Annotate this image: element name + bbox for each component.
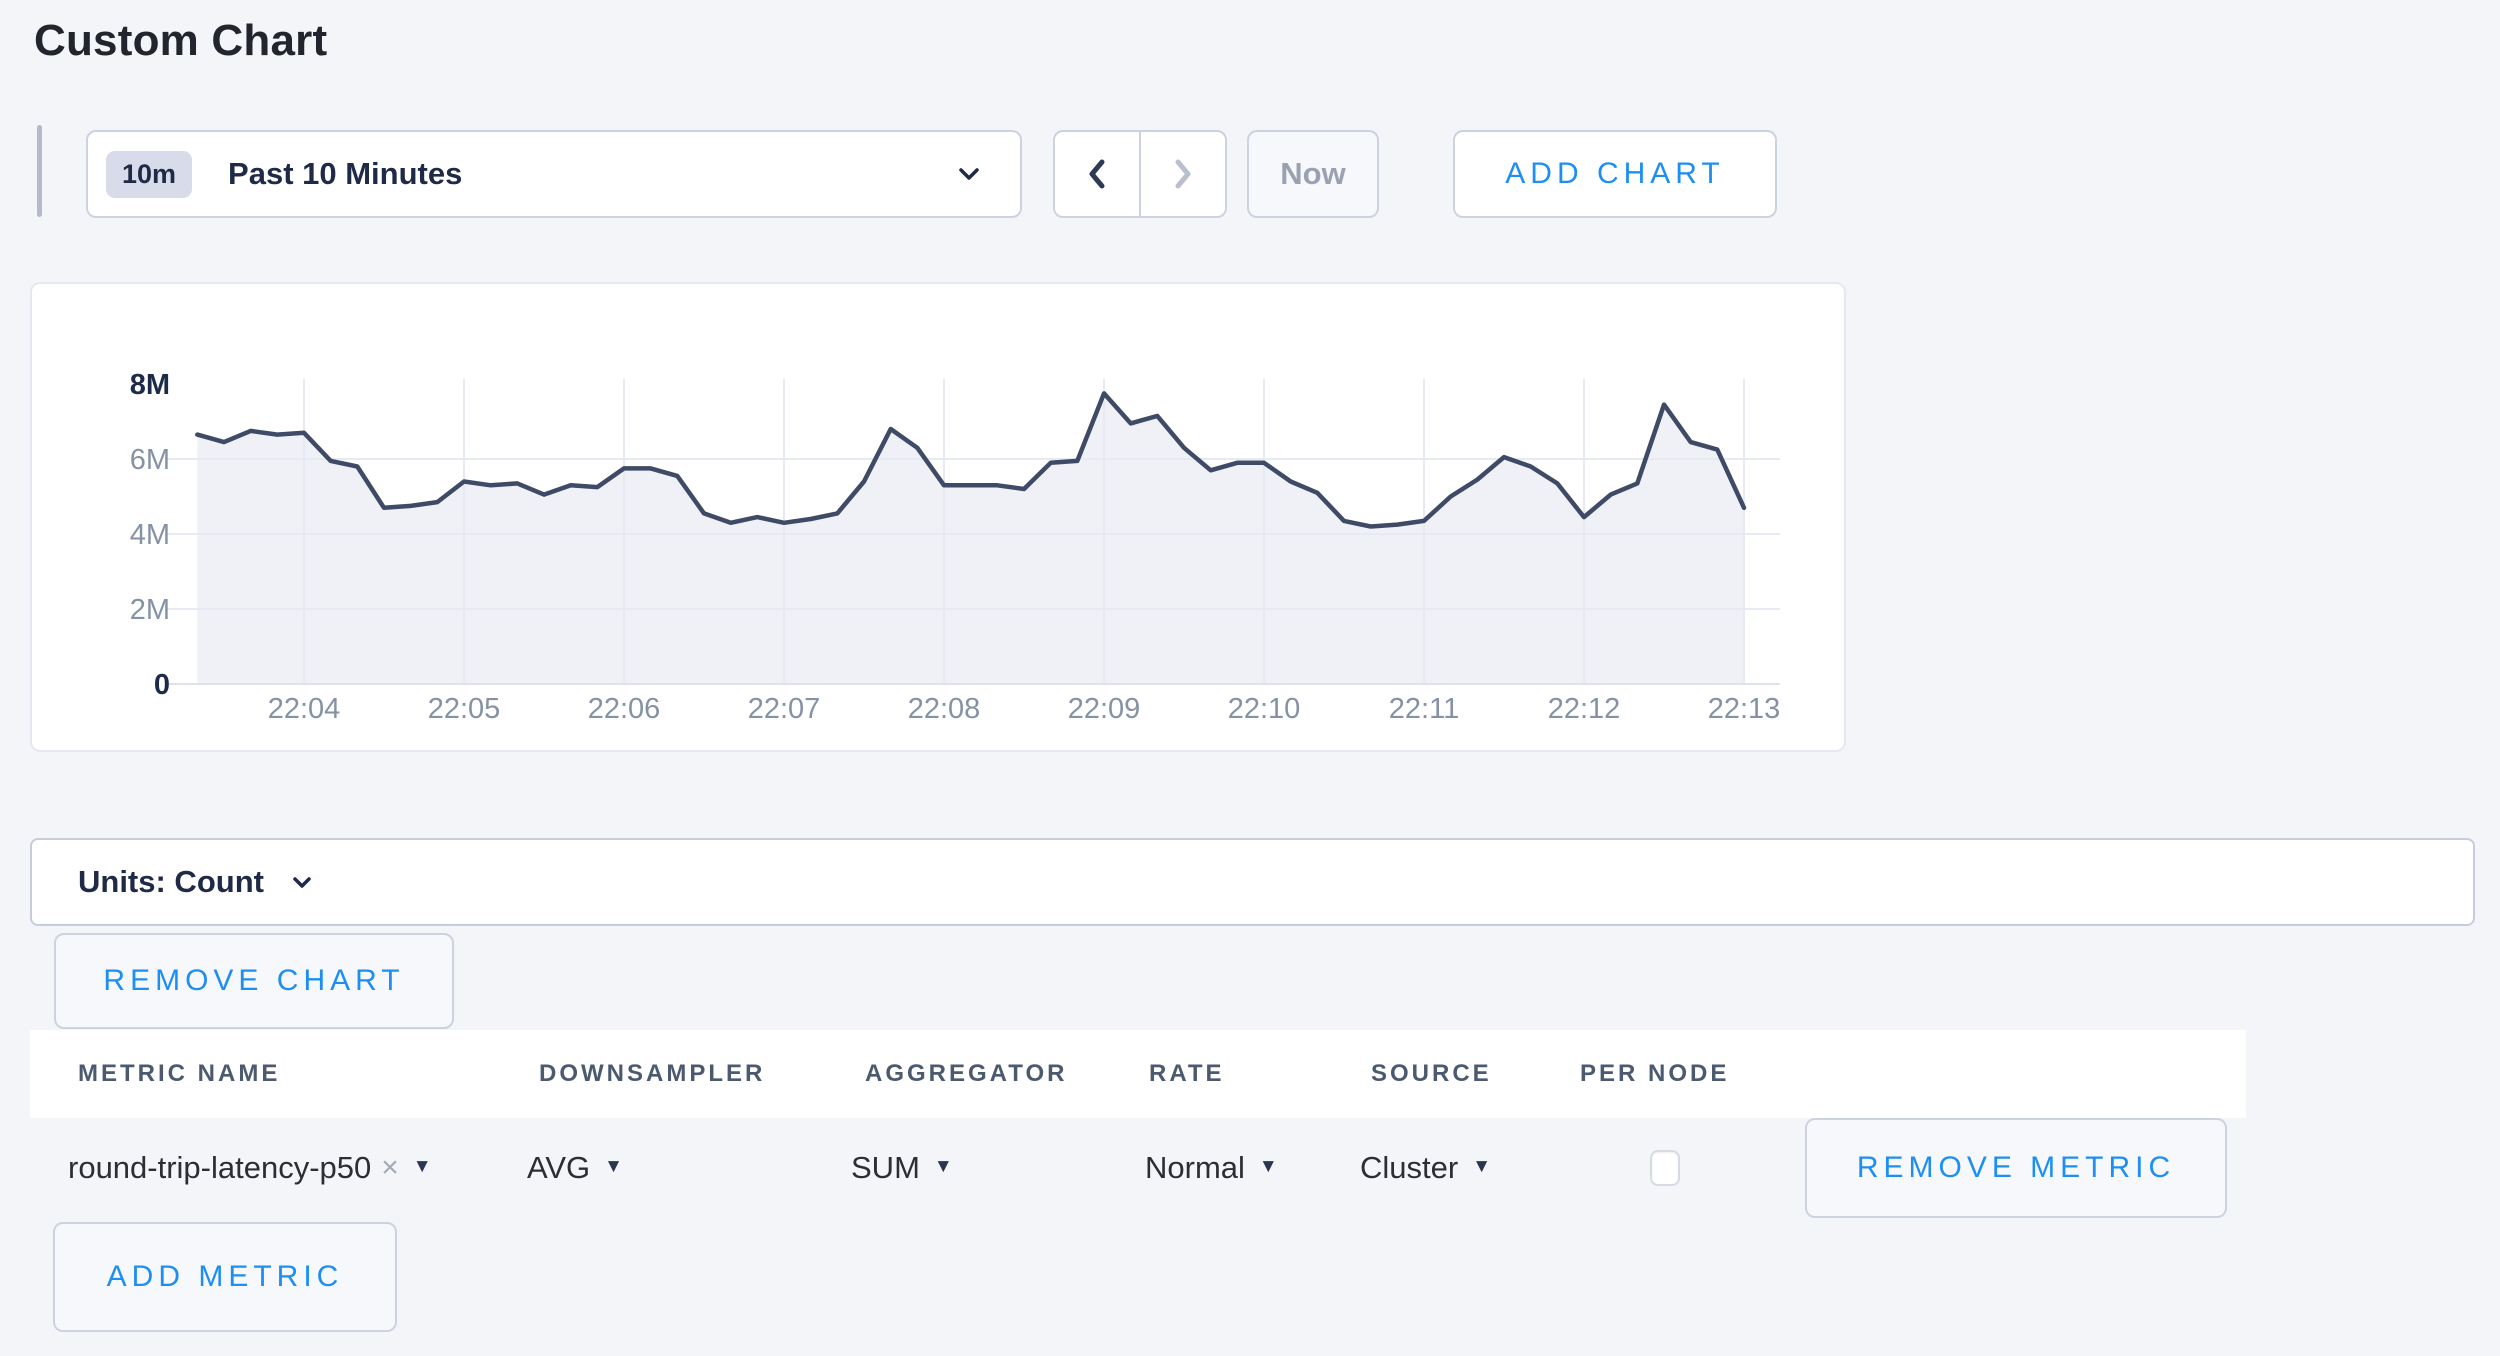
metric-name-value: round-trip-latency-p50 [68, 1150, 371, 1186]
chevron-right-icon [1166, 154, 1200, 194]
column-header-source: SOURCE [1371, 1060, 1492, 1088]
prev-range-button[interactable] [1055, 132, 1141, 216]
svg-text:22:08: 22:08 [908, 693, 981, 725]
svg-text:22:07: 22:07 [748, 693, 821, 725]
metric-name-select[interactable]: round-trip-latency-p50 × ▼ [68, 1146, 432, 1190]
rate-value: Normal [1145, 1150, 1245, 1186]
chart-card: 8M 6M 4M 2M 0 22:04 22:05 22:06 22:07 22:08 22:09 2… [30, 282, 1846, 752]
svg-text:22:06: 22:06 [588, 693, 661, 725]
rate-select[interactable]: Normal ▼ [1145, 1146, 1278, 1190]
svg-text:0: 0 [154, 669, 170, 701]
source-select[interactable]: Cluster ▼ [1360, 1146, 1491, 1190]
dropdown-caret-icon: ▼ [413, 1156, 432, 1178]
dropdown-caret-icon: ▼ [934, 1156, 953, 1178]
per-node-checkbox[interactable] [1650, 1150, 1680, 1186]
aggregator-value: SUM [851, 1150, 920, 1186]
svg-text:22:12: 22:12 [1548, 693, 1621, 725]
units-select-label: Units: Count [78, 864, 264, 900]
svg-text:22:11: 22:11 [1389, 693, 1459, 725]
dropdown-caret-icon: ▼ [1259, 1156, 1278, 1178]
svg-text:22:10: 22:10 [1228, 693, 1301, 725]
dropdown-caret-icon: ▼ [604, 1156, 623, 1178]
column-header-metric-name: METRIC NAME [78, 1060, 280, 1088]
custom-chart-page: Custom Chart 10m Past 10 Minutes Now ADD… [0, 0, 2500, 1356]
source-value: Cluster [1360, 1150, 1458, 1186]
column-header-downsampler: DOWNSAMPLER [539, 1060, 765, 1088]
column-header-rate: RATE [1149, 1060, 1225, 1088]
svg-text:22:13: 22:13 [1708, 693, 1781, 725]
remove-tag-icon[interactable]: × [381, 1151, 399, 1185]
chevron-down-icon [954, 159, 984, 189]
svg-text:22:09: 22:09 [1068, 693, 1141, 725]
add-chart-button[interactable]: ADD CHART [1453, 130, 1777, 218]
svg-text:22:04: 22:04 [268, 693, 341, 725]
column-header-per-node: PER NODE [1580, 1060, 1729, 1088]
next-range-button[interactable] [1141, 132, 1225, 216]
dropdown-caret-icon: ▼ [1472, 1156, 1491, 1178]
time-range-select[interactable]: 10m Past 10 Minutes [86, 130, 1022, 218]
range-divider [37, 125, 42, 217]
metrics-table-header [30, 1030, 2246, 1118]
time-range-step-group [1053, 130, 1227, 218]
time-window-badge: 10m [106, 151, 192, 198]
units-select[interactable]: Units: Count [30, 838, 2475, 926]
svg-text:2M: 2M [130, 594, 170, 626]
chart-area-fill [197, 393, 1744, 684]
timeseries-chart[interactable]: 8M 6M 4M 2M 0 22:04 22:05 22:06 22:07 22:08 22:09 2… [32, 284, 1844, 750]
svg-text:4M: 4M [130, 519, 170, 551]
downsampler-select[interactable]: AVG ▼ [527, 1146, 623, 1190]
chevron-down-icon [290, 870, 314, 894]
now-button[interactable]: Now [1247, 130, 1379, 218]
svg-text:8M: 8M [130, 369, 170, 401]
svg-text:6M: 6M [130, 444, 170, 476]
aggregator-select[interactable]: SUM ▼ [851, 1146, 953, 1190]
time-window-label: Past 10 Minutes [228, 156, 462, 192]
page-title: Custom Chart [34, 16, 327, 66]
chevron-left-icon [1080, 154, 1114, 194]
svg-text:22:05: 22:05 [428, 693, 501, 725]
remove-chart-button[interactable]: REMOVE CHART [54, 933, 454, 1029]
remove-metric-button[interactable]: REMOVE METRIC [1805, 1118, 2227, 1218]
downsampler-value: AVG [527, 1150, 590, 1186]
column-header-aggregator: AGGREGATOR [865, 1060, 1067, 1088]
add-metric-button[interactable]: ADD METRIC [53, 1222, 397, 1332]
